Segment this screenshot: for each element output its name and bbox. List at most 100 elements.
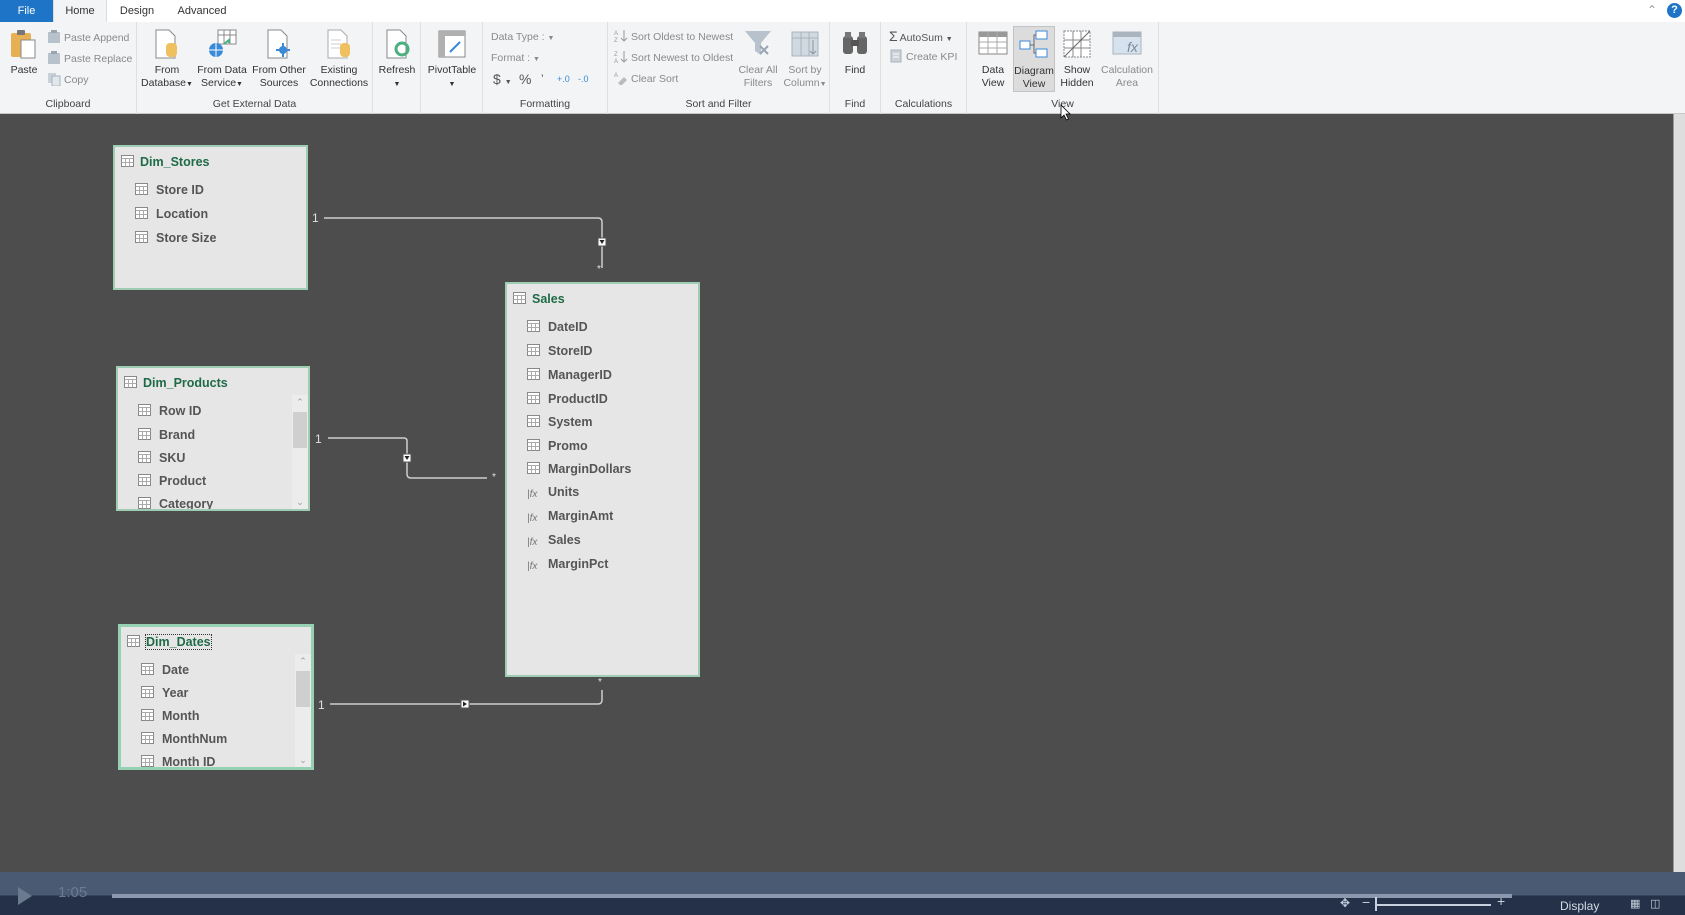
group-view: Data View Diagram View Show Hidden fx Calcu… xyxy=(967,22,1159,114)
scroll-up-icon[interactable]: ⌃ xyxy=(295,654,311,668)
ribbon: Paste Paste Append Paste Replace Copy Cl… xyxy=(0,22,1685,114)
paste-button[interactable]: Paste xyxy=(6,26,42,92)
svg-text:A: A xyxy=(614,31,618,37)
currency-icon: $ xyxy=(493,71,501,87)
collapse-ribbon-icon[interactable]: ⌃ xyxy=(1645,3,1659,17)
comma-format-button[interactable]: ’ xyxy=(541,70,544,88)
calculation-area-button[interactable]: fx Calculation Area xyxy=(1099,26,1155,92)
clear-sort-button[interactable]: A Clear Sort xyxy=(614,70,678,88)
play-icon[interactable] xyxy=(18,887,32,905)
sort-oldest-button[interactable]: A Z Sort Oldest to Newest xyxy=(614,28,733,46)
tab-advanced[interactable]: Advanced xyxy=(168,0,236,22)
column-item[interactable]: Brand xyxy=(138,428,195,444)
find-button[interactable]: Find xyxy=(834,26,876,92)
column-item[interactable]: StoreID xyxy=(527,344,592,360)
increase-decimal-button[interactable]: +.0 xyxy=(557,70,570,88)
grid-view-icon[interactable]: ▦ xyxy=(1630,897,1640,910)
column-item[interactable]: Month ID xyxy=(141,755,215,767)
clear-all-filters-button[interactable]: Clear All Filters xyxy=(736,26,780,92)
column-item[interactable]: Month xyxy=(141,709,199,725)
column-item[interactable]: System xyxy=(527,415,592,431)
tab-design[interactable]: Design xyxy=(110,0,164,22)
table-scrollbar[interactable]: ⌃ ⌄ xyxy=(295,654,311,767)
column-item[interactable]: Promo xyxy=(527,439,588,455)
column-item[interactable]: ManagerID xyxy=(527,368,612,384)
column-item[interactable]: MarginDollars xyxy=(527,462,631,478)
column-item[interactable]: MonthNum xyxy=(141,732,227,748)
scroll-down-icon[interactable]: ⌄ xyxy=(292,495,308,509)
column-item[interactable]: Store ID xyxy=(135,183,204,199)
measure-item[interactable]: |fx Units xyxy=(527,485,579,501)
existing-connections-button[interactable]: Existing Connections xyxy=(308,26,370,92)
data-view-button[interactable]: Data View xyxy=(973,26,1013,92)
diagram-view-button[interactable]: Diagram View xyxy=(1013,26,1055,92)
data-type-dropdown[interactable]: Data Type : ▼ xyxy=(491,28,554,46)
from-data-service-button[interactable]: From Data Service▼ xyxy=(194,26,250,92)
column-item[interactable]: ProductID xyxy=(527,392,608,408)
tab-file[interactable]: File xyxy=(0,0,53,22)
paste-append-button[interactable]: Paste Append xyxy=(47,29,129,47)
percent-format-button[interactable]: % xyxy=(519,70,531,88)
tab-home[interactable]: Home xyxy=(53,0,107,22)
pivottable-button[interactable]: PivotTable ▼ xyxy=(426,26,478,92)
format-dropdown[interactable]: Format : ▼ xyxy=(491,49,540,67)
sort-newest-label: Sort Newest to Oldest xyxy=(631,52,734,64)
zoom-slider-thumb[interactable] xyxy=(1375,897,1377,911)
measure-item[interactable]: |fx MarginPct xyxy=(527,557,608,573)
calculation-area-icon: fx xyxy=(1112,31,1142,55)
table-scrollbar[interactable]: ⌃ ⌄ xyxy=(292,395,308,509)
canvas-vertical-scrollbar[interactable] xyxy=(1673,114,1685,872)
table-header[interactable]: Sales xyxy=(513,292,565,308)
playback-progress-bar[interactable] xyxy=(112,894,1512,898)
show-hidden-button[interactable]: Show Hidden xyxy=(1056,26,1098,92)
relationship-one-label: 1 xyxy=(318,698,325,712)
table-dim-products[interactable]: Dim_Products Row ID Brand SKU Product Ca… xyxy=(116,366,310,511)
paste-replace-button[interactable]: Paste Replace xyxy=(47,50,132,68)
from-database-button[interactable]: From Database▼ xyxy=(141,26,193,92)
scrollbar-thumb[interactable] xyxy=(296,671,310,707)
column-item[interactable]: Year xyxy=(141,686,188,702)
move-icon[interactable]: ✥ xyxy=(1340,896,1350,910)
existing-label-2: Connections xyxy=(309,77,369,89)
scroll-down-icon[interactable]: ⌄ xyxy=(295,753,311,767)
playback-time: 1:05 xyxy=(58,884,88,901)
currency-format-button[interactable]: $ ▼ xyxy=(493,70,512,88)
sort-descending-icon: ZA xyxy=(614,51,628,64)
copy-button[interactable]: Copy xyxy=(47,71,89,89)
zoom-in-icon[interactable]: + xyxy=(1497,893,1505,909)
help-icon[interactable]: ? xyxy=(1667,3,1682,18)
table-header[interactable]: Dim_Stores xyxy=(121,155,209,171)
scroll-up-icon[interactable]: ⌃ xyxy=(292,395,308,409)
zoom-out-icon[interactable]: − xyxy=(1362,894,1370,910)
zoom-slider[interactable] xyxy=(1375,904,1491,906)
from-other-label-1: From Other xyxy=(252,64,306,76)
create-kpi-button[interactable]: Create KPI xyxy=(889,48,957,66)
column-item[interactable]: Date xyxy=(141,663,189,679)
column-item[interactable]: Location xyxy=(135,207,208,223)
table-dim-dates[interactable]: Dim_Dates Date Year Month MonthNum Month… xyxy=(118,624,314,770)
table-name: Sales xyxy=(532,292,565,306)
display-button[interactable]: Display xyxy=(1560,899,1599,913)
column-item[interactable]: DateID xyxy=(527,320,588,336)
column-item[interactable]: Product xyxy=(138,474,206,490)
column-item[interactable]: Category xyxy=(138,497,213,509)
sort-by-column-button[interactable]: Sort by Column▼ xyxy=(782,26,828,92)
table-dim-stores[interactable]: Dim_Stores Store ID Location Store Size xyxy=(113,145,308,290)
measure-item[interactable]: |fx MarginAmt xyxy=(527,509,613,525)
scrollbar-thumb[interactable] xyxy=(293,412,307,448)
table-sales[interactable]: Sales DateID StoreID ManagerID ProductID… xyxy=(505,282,700,677)
from-other-sources-button[interactable]: From Other Sources xyxy=(251,26,307,92)
sort-newest-button[interactable]: Z A Sort Newest to Oldest xyxy=(614,49,733,67)
column-item[interactable]: Row ID xyxy=(138,404,201,420)
autosum-button[interactable]: Σ AutoSum ▼ xyxy=(889,27,953,45)
decrease-decimal-button[interactable]: -.0 xyxy=(578,70,589,88)
get-external-data-group-label: Get External Data xyxy=(212,98,297,110)
table-header[interactable]: Dim_Dates xyxy=(127,634,212,651)
column-name: Month xyxy=(162,709,200,723)
column-item[interactable]: Store Size xyxy=(135,231,216,247)
measure-item[interactable]: |fx Sales xyxy=(527,533,581,549)
column-item[interactable]: SKU xyxy=(138,451,185,467)
table-header[interactable]: Dim_Products xyxy=(124,376,228,392)
refresh-button[interactable]: Refresh ▼ xyxy=(375,26,419,92)
diagram-mode-icon[interactable]: ◫ xyxy=(1650,897,1660,910)
